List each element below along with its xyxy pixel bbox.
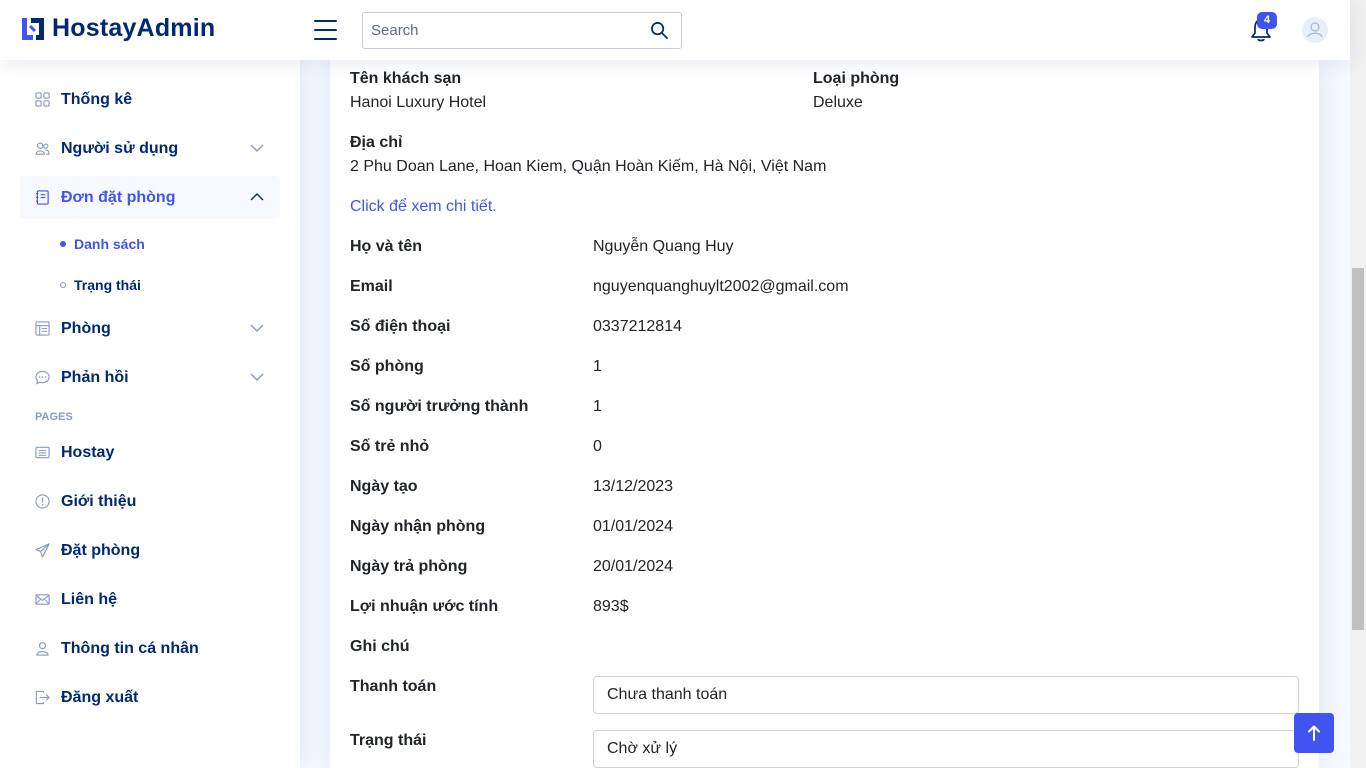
search-icon[interactable] [650, 21, 669, 40]
payment-label: Thanh toán [350, 678, 437, 695]
sidebar-item-hostay[interactable]: Hostay [20, 431, 280, 474]
row-value: Nguyễn Quang Huy [593, 238, 734, 255]
row-label: Ngày nhận phòng [350, 518, 486, 535]
sidebar-item-thong-tin-ca-nhan[interactable]: Thông tin cá nhân [20, 627, 280, 670]
status-label: Trạng thái [350, 732, 427, 749]
row-value: 0337212814 [593, 318, 682, 335]
sidebar-item-phong[interactable]: Phòng [20, 307, 280, 350]
address-value: 2 Phu Doan Lane, Hoan Kiem, Quận Hoàn Ki… [350, 158, 827, 175]
sidebar-subitem-trang-thai[interactable]: Trạng thái [20, 266, 280, 303]
sidebar-item-label: Hostay [61, 443, 115, 461]
sidebar-item-dang-xuat[interactable]: Đăng xuất [20, 676, 280, 719]
row-label: Email [350, 278, 393, 295]
sidebar-item-phan-hoi[interactable]: Phản hồi [20, 356, 280, 399]
row-value: 01/01/2024 [593, 518, 674, 535]
row-label: Số phòng [350, 358, 424, 375]
logout-icon [35, 690, 50, 705]
notification-badge: 4 [1257, 12, 1277, 29]
booking-detail-card: Tên khách sạn Hanoi Luxury Hotel Loại ph… [330, 60, 1319, 768]
sidebar-item-label: Giới thiệu [61, 492, 137, 510]
sidebar-item-dat-phong[interactable]: Đặt phòng [20, 529, 280, 572]
user-avatar-icon [1307, 22, 1323, 38]
toggle-sidebar-button[interactable] [314, 19, 338, 41]
logo-icon [22, 17, 44, 40]
bullet-icon [60, 240, 66, 247]
sidebar-item-nguoi-su-dung[interactable]: Người sử dụng [20, 127, 280, 170]
search-bar [362, 12, 682, 49]
journal-icon [35, 190, 49, 205]
row-value: 13/12/2023 [593, 478, 674, 495]
sidebar-item-lien-he[interactable]: Liên hệ [20, 578, 280, 621]
sidebar-item-label: Đơn đặt phòng [61, 188, 176, 206]
sidebar-item-gioi-thieu[interactable]: Giới thiệu [20, 480, 280, 523]
row-value: 1 [593, 398, 602, 415]
logo-text: HostayAdmin [52, 14, 216, 42]
chevron-down-icon [250, 373, 264, 381]
row-label: Ngày trả phòng [350, 558, 468, 575]
room-type-value: Deluxe [813, 94, 863, 111]
people-icon [35, 142, 50, 155]
top-header: HostayAdmin 4 [0, 0, 1350, 60]
sidebar-item-label: Thống kê [61, 90, 133, 108]
chevron-down-icon [250, 324, 264, 332]
address-label: Địa chỉ [350, 134, 403, 151]
chevron-down-icon [250, 144, 264, 152]
logo[interactable]: HostayAdmin [20, 14, 215, 43]
card-list-icon [35, 446, 50, 459]
send-icon [35, 543, 50, 558]
pages-heading: PAGES [35, 411, 73, 423]
back-to-top-button[interactable] [1294, 713, 1334, 753]
person-icon [36, 642, 49, 656]
sidebar-item-don-dat-phong[interactable]: Đơn đặt phòng [20, 176, 280, 219]
hotel-name-value: Hanoi Luxury Hotel [350, 94, 487, 111]
row-value: 893$ [593, 598, 629, 615]
row-value: 0 [593, 438, 602, 455]
chevron-up-icon [250, 193, 264, 201]
row-label: Số điện thoại [350, 318, 451, 335]
sidebar-item-label: Liên hệ [61, 590, 118, 608]
room-type-label: Loại phòng [813, 70, 900, 87]
sidebar-item-label: Đăng xuất [61, 688, 139, 706]
sidebar: Thống kê Người sử dụng Đơn đặt phòng Dan… [0, 60, 300, 768]
status-select[interactable]: Chờ xử lý [593, 730, 1299, 768]
payment-select[interactable]: Chưa thanh toán [593, 676, 1299, 714]
bullet-icon [60, 281, 66, 288]
sidebar-item-label: Phản hồi [61, 368, 129, 386]
sidebar-item-label: Thông tin cá nhân [61, 639, 199, 657]
envelope-icon [35, 594, 50, 605]
row-label: Họ và tên [350, 238, 423, 255]
scrollbar-thumb[interactable] [1352, 268, 1364, 630]
sidebar-item-label: Đặt phòng [61, 541, 141, 559]
row-label: Số người trưởng thành [350, 398, 529, 415]
row-value: nguyenquanghuylt2002@gmail.com [593, 278, 849, 295]
row-value: 1 [593, 358, 602, 375]
layout-icon [35, 321, 50, 336]
row-value: 20/01/2024 [593, 558, 674, 575]
sidebar-subitem-danh-sach[interactable]: Danh sách [20, 225, 280, 262]
sidebar-item-thong-ke[interactable]: Thống kê [20, 78, 280, 121]
search-input[interactable] [363, 13, 633, 48]
view-detail-link[interactable]: Click để xem chi tiết. [350, 198, 497, 216]
row-label: Ngày tạo [350, 478, 418, 495]
hotel-name-label: Tên khách sạn [350, 70, 462, 87]
page-scrollbar[interactable] [1350, 0, 1366, 768]
sidebar-subitem-label: Trạng thái [74, 276, 141, 293]
grid-icon [35, 92, 50, 107]
sidebar-item-label: Người sử dụng [61, 139, 179, 157]
avatar[interactable] [1302, 17, 1328, 43]
info-icon [35, 494, 50, 509]
arrow-up-icon [1308, 725, 1320, 741]
chat-icon [35, 370, 50, 385]
row-label: Lợi nhuận ước tính [350, 598, 499, 615]
row-label: Ghi chú [350, 638, 410, 655]
sidebar-item-label: Phòng [61, 319, 111, 337]
sidebar-subitem-label: Danh sách [74, 235, 145, 252]
row-label: Số trẻ nhỏ [350, 438, 430, 455]
